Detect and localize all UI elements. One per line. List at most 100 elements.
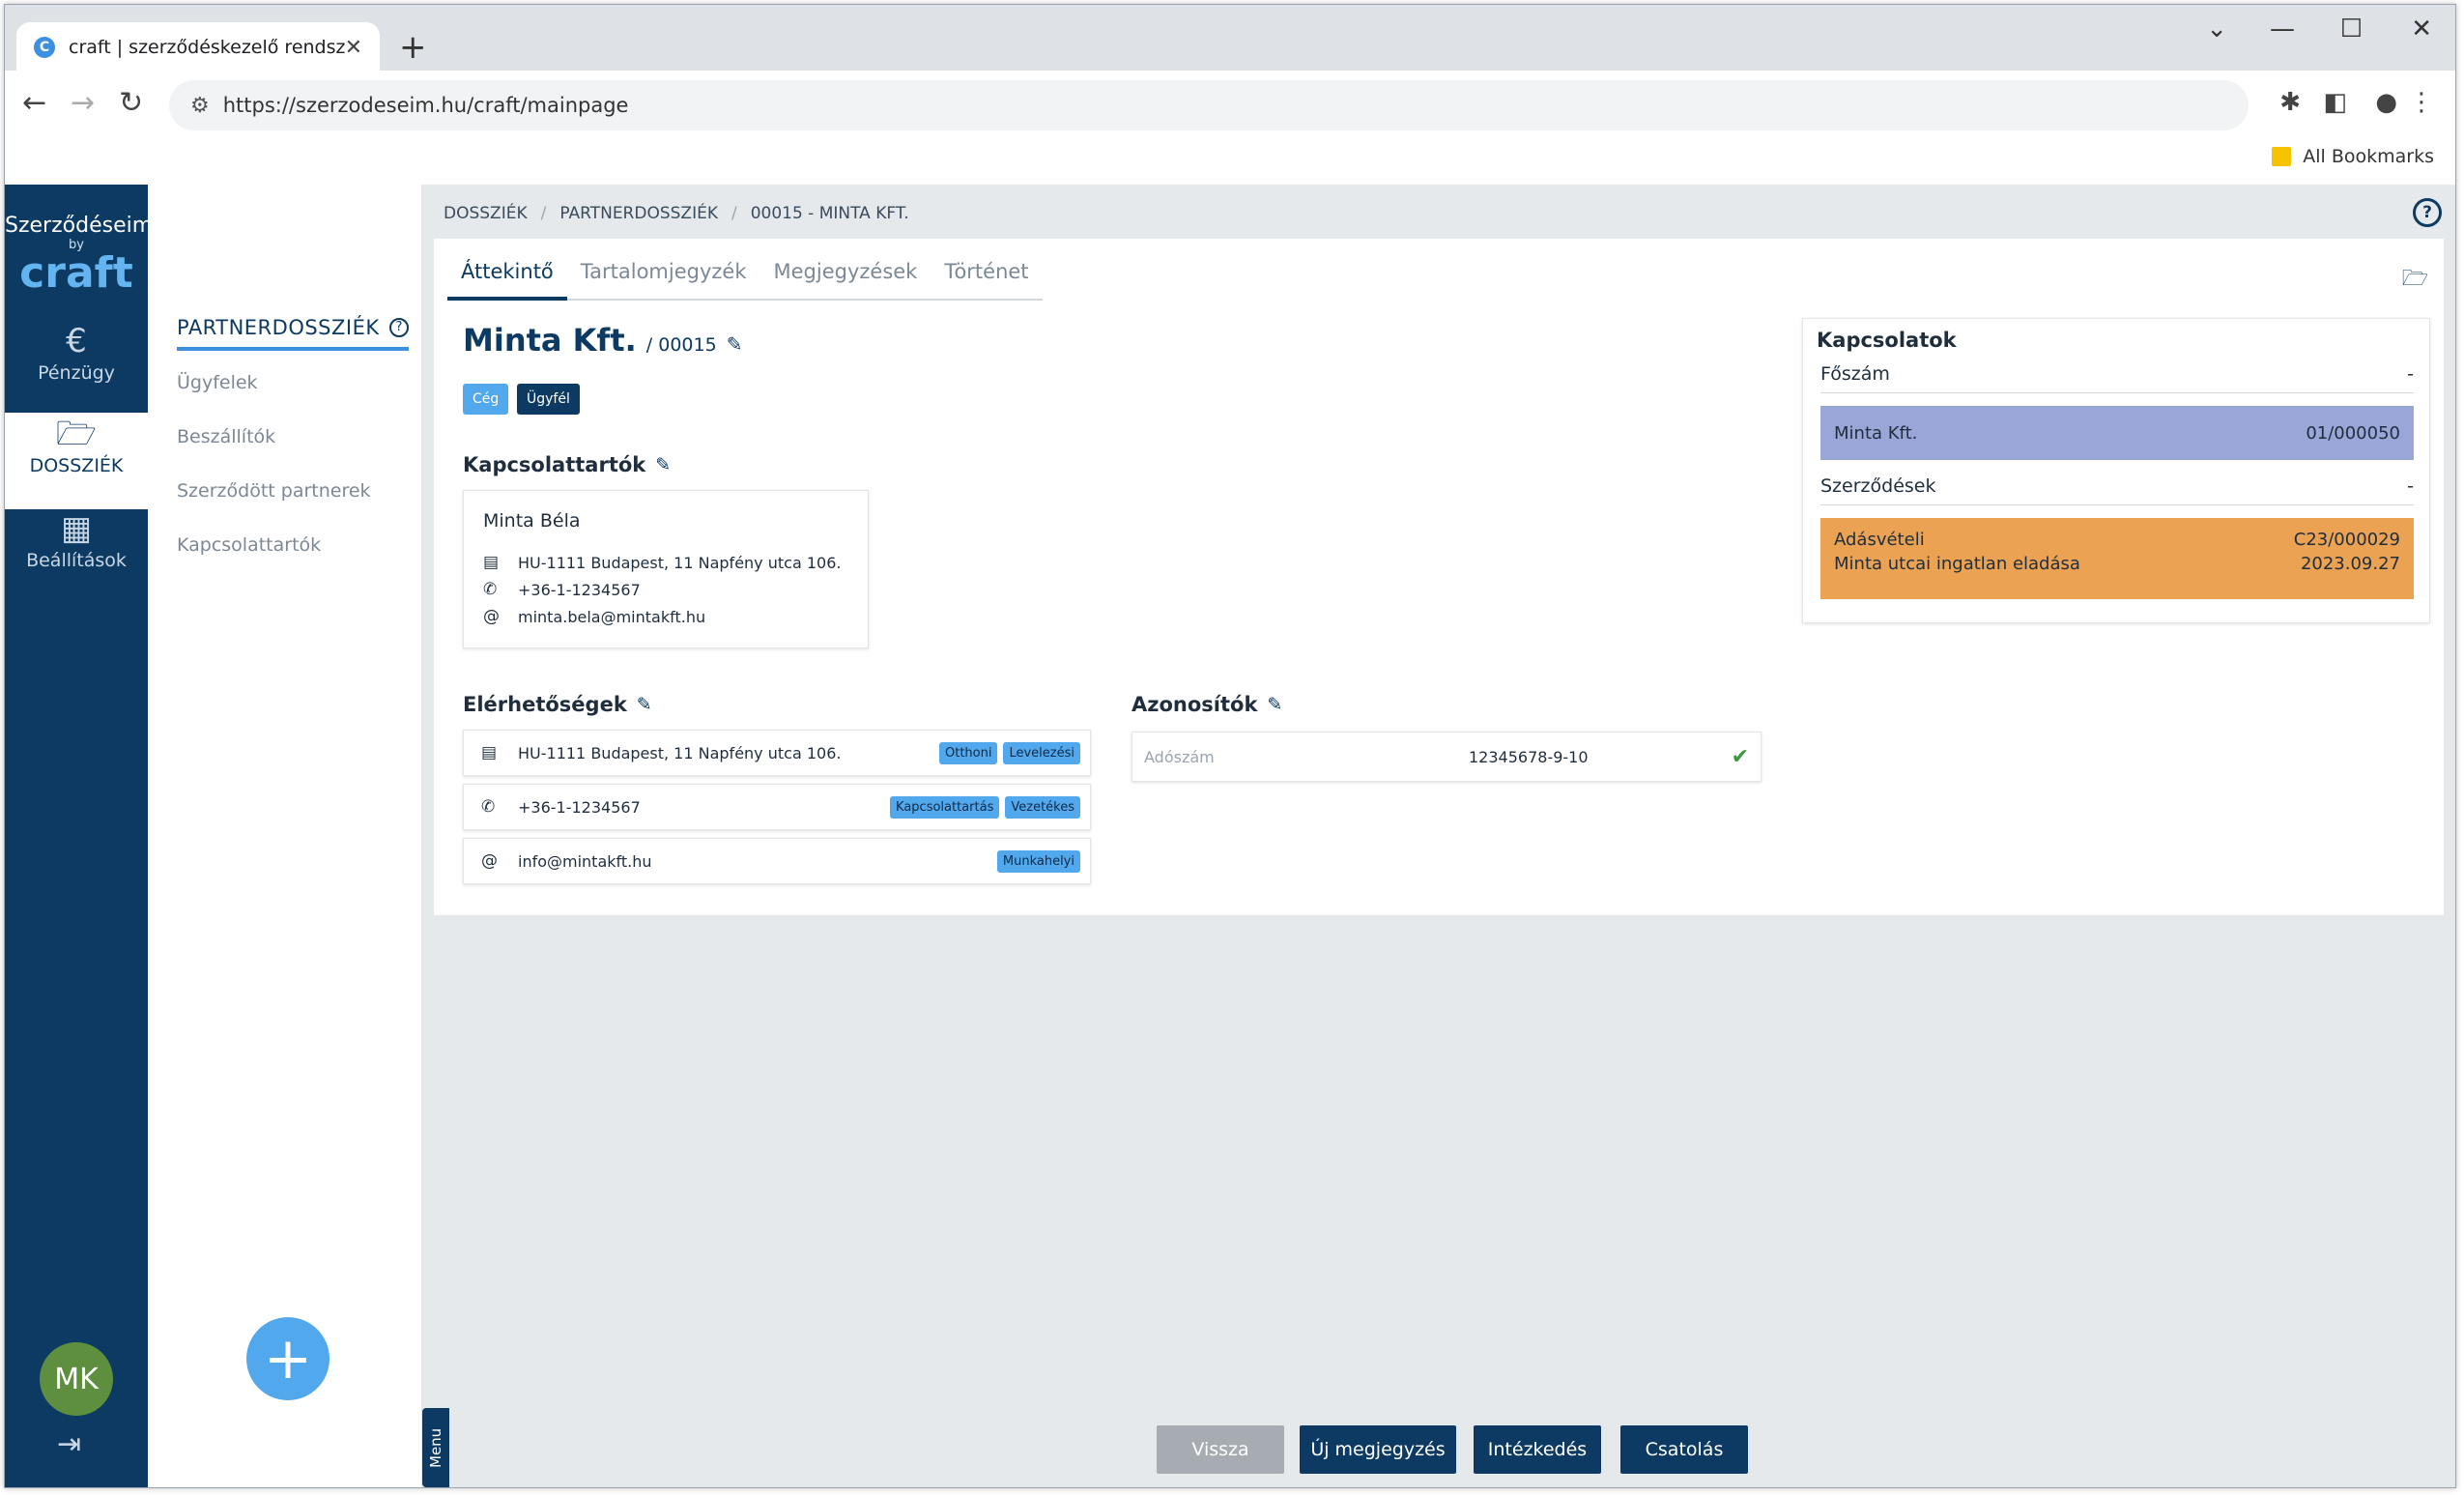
close-tab-icon[interactable]: ✕ (345, 36, 362, 60)
kapcsolatok-title: Kapcsolatok (1817, 329, 1957, 352)
elerhetoseg-text: +36-1-1234567 (518, 797, 641, 817)
tag-kapcsolattartas: Kapcsolattartás (890, 795, 1000, 819)
edit-icon[interactable]: ✎ (727, 332, 743, 356)
azonosito-row[interactable]: Adószám 12345678-9-10 ✔ (1132, 732, 1762, 782)
foszam-line: Minta Kft. 01/000050 (1834, 423, 2400, 444)
contract-line-1: Adásvételi C23/000029 (1834, 530, 2400, 550)
breadcrumb-current: 00015 - MINTA KFT. (750, 204, 909, 223)
all-bookmarks-label: All Bookmarks (2303, 146, 2434, 167)
back-button[interactable]: Vissza (1157, 1425, 1284, 1474)
nav-penzugy-label: Pénzügy (38, 362, 115, 384)
section-azonositok-title: Azonosítók (1132, 693, 1258, 716)
nav-dossziek[interactable]: 🗁 DOSSZIÉK (5, 413, 148, 509)
favicon-icon: C (34, 37, 55, 58)
foszam-item[interactable]: Minta Kft. 01/000050 (1820, 406, 2414, 460)
add-button[interactable]: + (246, 1317, 329, 1400)
new-tab-icon[interactable]: + (399, 28, 427, 67)
elerhetoseg-row-email[interactable]: @ info@mintakft.hu Munkahelyi (463, 838, 1091, 884)
tab-megjegyzesek[interactable]: Megjegyzések (760, 250, 931, 299)
elerhetoseg-text: info@mintakft.hu (518, 851, 652, 871)
tag-munkahelyi: Munkahelyi (996, 849, 1080, 873)
tab-tartalomjegyzek[interactable]: Tartalomjegyzék (567, 250, 760, 299)
elerhetoseg-text: HU-1111 Budapest, 11 Napfény utca 106. (518, 743, 842, 762)
tab-strip: C craft | szerződéskezelő rendszer ✕ + ⌄… (5, 5, 2455, 72)
site-info-icon[interactable]: ⚙ (190, 94, 210, 118)
azonosito-value: 12345678-9-10 (1469, 747, 1589, 766)
browser-tab[interactable]: C craft | szerződéskezelő rendszer ✕ (16, 22, 380, 72)
tab-search-icon[interactable]: ⌄ (2206, 14, 2227, 43)
brand-line-1: Szerződéseim (5, 214, 154, 238)
bookmark-folder-icon (2272, 147, 2292, 166)
edit-icon[interactable]: ✎ (1267, 694, 1282, 715)
foszam-label: Főszám (1820, 363, 1890, 385)
overview-panel: Áttekintő Tartalomjegyzék Megjegyzések T… (434, 239, 2444, 915)
all-bookmarks[interactable]: All Bookmarks (2272, 146, 2434, 167)
tab-title: craft | szerződéskezelő rendszer (69, 37, 345, 58)
tag-levelezesi: Levelezési (1003, 741, 1080, 764)
contact-address: ▤ HU-1111 Budapest, 11 Napfény utca 106. (483, 553, 841, 572)
elerhetoseg-row-phone[interactable]: ✆ +36-1-1234567 Kapcsolattartás Vezetéke… (463, 784, 1091, 830)
menu-toggle[interactable]: Menu (422, 1408, 449, 1487)
back-icon[interactable]: ← (22, 86, 46, 120)
avatar[interactable]: MK (40, 1342, 113, 1416)
attach-button[interactable]: Csatolás (1620, 1425, 1748, 1474)
reload-icon[interactable]: ↻ (119, 86, 143, 120)
contract-type: Adásvételi (1834, 530, 1925, 550)
address-bar[interactable]: ⚙ https://szerzodeseim.hu/craft/mainpage (169, 80, 2249, 130)
url-text: https://szerzodeseim.hu/craft/mainpage (222, 94, 629, 117)
logout-icon[interactable]: ⇥ (57, 1427, 81, 1461)
breadcrumb-dossziek[interactable]: DOSSZIÉK (444, 204, 528, 223)
edit-icon[interactable]: ✎ (637, 694, 652, 715)
bookmarks-bar: All Bookmarks (5, 140, 2455, 185)
edit-icon[interactable]: ✎ (655, 454, 671, 475)
sub-item-szerzodott-partnerek[interactable]: Szerződött partnerek (177, 480, 371, 502)
contact-address-text: HU-1111 Budapest, 11 Napfény utca 106. (518, 553, 842, 572)
building-icon: ▦ (60, 509, 93, 548)
profile-icon[interactable]: ● (2375, 88, 2397, 117)
contact-email: @ minta.bela@mintakft.hu (483, 607, 705, 626)
nav-beallitasok[interactable]: ▦ Beállítások (5, 507, 148, 604)
at-icon: @ (483, 607, 500, 626)
contract-date: 2023.09.27 (2300, 554, 2400, 574)
nav-penzugy[interactable]: € Pénzügy (5, 320, 148, 417)
action-button[interactable]: Intézkedés (1474, 1425, 1601, 1474)
elerhetoseg-row-address[interactable]: ▤ HU-1111 Budapest, 11 Napfény utca 106.… (463, 730, 1091, 776)
contract-line-2: Minta utcai ingatlan eladása 2023.09.27 (1834, 554, 2400, 574)
section-elerhetosegek: Elérhetőségek ✎ (463, 693, 652, 716)
page-help-icon[interactable]: ? (2413, 198, 2442, 227)
tag-vezetekes: Vezetékes (1005, 795, 1080, 819)
section-kapcsolattartok: Kapcsolattartók ✎ (463, 453, 671, 476)
extensions-icon[interactable]: ✱ (2279, 88, 2301, 117)
sub-item-ugyfelek[interactable]: Ügyfelek (177, 372, 258, 393)
open-folder-icon[interactable]: 🗁 (2402, 262, 2428, 299)
sub-item-beszallitok[interactable]: Beszállítók (177, 426, 275, 447)
tab-tortenet[interactable]: Történet (931, 250, 1042, 299)
contact-card[interactable]: Minta Béla ▤ HU-1111 Budapest, 11 Napfén… (463, 490, 869, 648)
sub-nav-title: PARTNERDOSSZIÉK (177, 316, 380, 339)
folder-open-icon: 🗁 (55, 415, 98, 453)
forward-icon[interactable]: → (71, 86, 95, 120)
main-nav-rail: Szerződéseim by craft € Pénzügy 🗁 DOSSZI… (5, 185, 154, 1487)
window-close-icon[interactable]: ✕ (2411, 14, 2432, 43)
sub-item-kapcsolattartok[interactable]: Kapcsolattartók (177, 534, 321, 556)
help-icon[interactable]: ? (389, 318, 409, 337)
section-kapcsolattartok-title: Kapcsolattartók (463, 453, 646, 476)
tab-attekinto[interactable]: Áttekintő (447, 250, 567, 301)
address-card-icon: ▤ (481, 743, 498, 762)
address-card-icon: ▤ (483, 553, 500, 572)
breadcrumb-partnerdossziek[interactable]: PARTNERDOSSZIÉK (559, 204, 718, 223)
maximize-icon[interactable]: ☐ (2340, 14, 2363, 43)
browser-window: C craft | szerződéskezelő rendszer ✕ + ⌄… (4, 4, 2456, 1488)
foszam-name: Minta Kft. (1834, 422, 1918, 444)
more-menu-icon[interactable]: ⋮ (2409, 88, 2434, 117)
new-note-button[interactable]: Új megjegyzés (1300, 1425, 1456, 1474)
minimize-icon[interactable]: — (2270, 14, 2295, 43)
contact-phone: ✆ +36-1-1234567 (483, 580, 641, 599)
breadcrumb: DOSSZIÉK / PARTNERDOSSZIÉK/00015 - MINTA K… (444, 204, 909, 223)
brand-logo[interactable]: Szerződéseim by craft (5, 214, 154, 295)
side-panel-icon[interactable]: ◧ (2323, 88, 2347, 117)
tag-otthoni: Otthoni (938, 741, 998, 764)
contract-item[interactable]: Adásvételi C23/000029 Minta utcai ingatl… (1820, 518, 2414, 599)
section-elerhetosegek-title: Elérhetőségek (463, 693, 627, 716)
at-icon: @ (481, 851, 498, 871)
